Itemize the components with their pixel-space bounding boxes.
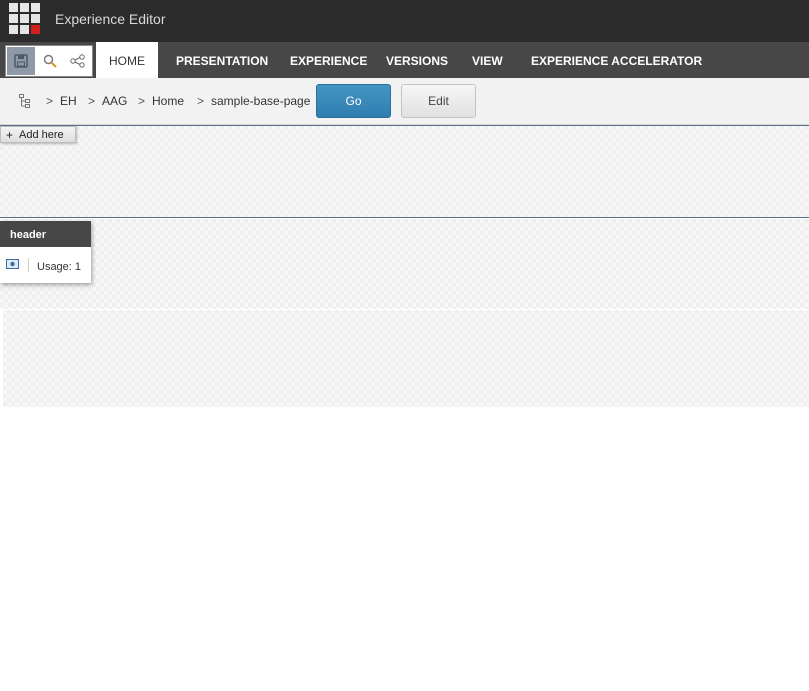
edit-button[interactable]: Edit [401, 84, 476, 118]
content-tree-icon[interactable] [19, 94, 31, 108]
go-button[interactable]: Go [316, 84, 391, 118]
content-area[interactable] [3, 310, 809, 407]
placeholder-area[interactable] [0, 125, 809, 218]
divider [28, 258, 29, 272]
rendering-area[interactable] [0, 219, 809, 309]
breadcrumb-separator: > [197, 94, 205, 108]
rendering-icon[interactable] [6, 259, 19, 269]
save-icon [14, 54, 28, 68]
rendering-name: header [0, 221, 91, 247]
breadcrumb-item-aag[interactable]: AAG [102, 94, 127, 108]
plus-icon: + [6, 127, 14, 142]
app-title: Experience Editor [55, 11, 166, 27]
search-icon [43, 54, 57, 68]
add-here-button[interactable]: + Add here [0, 126, 76, 143]
sitecore-logo-icon[interactable] [9, 3, 41, 35]
usage-count: Usage: 1 [37, 261, 82, 273]
breadcrumb-bar: > EH > AAG > Home > sample-base-page Go … [0, 78, 809, 125]
tab-experience-accelerator[interactable]: EXPERIENCE ACCELERATOR [531, 42, 702, 78]
quick-access-toolbar [5, 45, 93, 77]
breadcrumb-item-page[interactable]: sample-base-page [211, 94, 310, 108]
rendering-card-body: Usage: 1 [0, 247, 91, 283]
tab-presentation[interactable]: PRESENTATION [176, 42, 268, 78]
save-button[interactable] [7, 47, 35, 75]
breadcrumb-item-eh[interactable]: EH [60, 94, 77, 108]
ribbon: HOME PRESENTATION EXPERIENCE VERSIONS VI… [0, 42, 809, 78]
breadcrumb-separator: > [138, 94, 146, 108]
rendering-card[interactable]: header Usage: 1 [0, 221, 91, 283]
breadcrumb-separator: > [46, 94, 54, 108]
add-here-label: Add here [19, 128, 64, 141]
tab-versions[interactable]: VERSIONS [386, 42, 448, 78]
tab-view[interactable]: VIEW [472, 42, 503, 78]
top-bar: Experience Editor [0, 0, 809, 42]
tab-experience[interactable]: EXPERIENCE [290, 42, 367, 78]
navigate-button[interactable] [64, 47, 92, 75]
tab-home[interactable]: HOME [96, 42, 158, 78]
breadcrumb-separator: > [88, 94, 96, 108]
breadcrumb-item-home[interactable]: Home [152, 94, 184, 108]
navigate-tree-icon [70, 54, 85, 68]
search-button[interactable] [36, 47, 64, 75]
